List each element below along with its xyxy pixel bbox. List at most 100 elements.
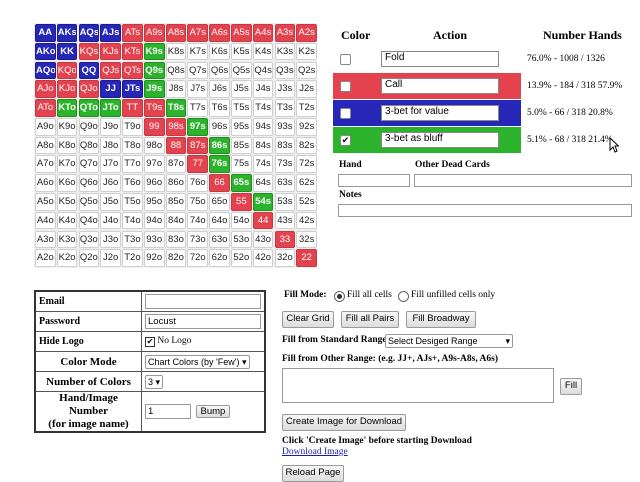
hand-cell[interactable]: 82o	[165, 249, 187, 267]
hand-cell[interactable]: AJs	[100, 24, 121, 42]
hand-cell[interactable]: 66	[209, 174, 230, 192]
hand-cell[interactable]: 43s	[274, 211, 296, 230]
action-input-3bet-value[interactable]: 3-bet for value	[381, 105, 499, 121]
hand-cell[interactable]: J2s	[296, 80, 317, 98]
hand-cell[interactable]: 93o	[143, 230, 165, 249]
hand-cell[interactable]: Q8o	[78, 136, 100, 155]
hand-cell[interactable]: AKs	[56, 24, 78, 42]
hand-cell[interactable]: 87s	[187, 136, 209, 155]
hand-cell[interactable]: A8s	[165, 24, 187, 42]
hand-cell[interactable]: Q5s	[231, 61, 252, 80]
hand-cell[interactable]: T7s	[187, 99, 209, 117]
action-input-3bet-bluff[interactable]: 3-bet as bluff	[381, 132, 499, 148]
hand-cell[interactable]: 77	[187, 155, 209, 174]
hand-cell[interactable]: 62s	[296, 174, 317, 192]
hand-cell[interactable]: JJ	[100, 80, 121, 98]
action-checkbox-fold[interactable]	[340, 54, 351, 65]
hand-cell[interactable]: 92s	[296, 117, 317, 136]
hand-cell[interactable]: 95o	[143, 193, 165, 211]
create-image-button[interactable]: Create Image for Download	[282, 414, 406, 431]
hand-cell[interactable]: A6o	[35, 174, 56, 192]
hand-cell[interactable]: 84s	[252, 136, 274, 155]
hand-cell[interactable]: T4s	[252, 99, 274, 117]
hand-cell[interactable]: Q4o	[78, 211, 100, 230]
hand-cell[interactable]: 92o	[143, 249, 165, 267]
hand-cell[interactable]: 65s	[231, 174, 252, 192]
hand-cell[interactable]: 44	[252, 211, 274, 230]
hand-cell[interactable]: T6o	[122, 174, 143, 192]
hand-cell[interactable]: 83o	[165, 230, 187, 249]
hand-cell[interactable]: A5o	[35, 193, 56, 211]
hand-cell[interactable]: KTs	[122, 42, 143, 61]
hand-cell[interactable]: J2o	[100, 249, 121, 267]
action-checkbox-call[interactable]	[340, 81, 351, 92]
color-mode-select[interactable]: Chart Colors (by 'Few') ▾	[145, 354, 250, 369]
hand-cell[interactable]: A2o	[35, 249, 56, 267]
hand-cell[interactable]: T2s	[296, 99, 317, 117]
hand-cell[interactable]: 87o	[165, 155, 187, 174]
hand-cell[interactable]: 54o	[231, 211, 252, 230]
hand-cell[interactable]: 75o	[187, 193, 209, 211]
hand-cell[interactable]: K9s	[143, 42, 165, 61]
hand-cell[interactable]: K4o	[56, 211, 78, 230]
hand-input[interactable]	[338, 174, 410, 187]
hand-cell[interactable]: 75s	[231, 155, 252, 174]
hand-cell[interactable]: K3s	[274, 42, 296, 61]
download-image-link[interactable]: Download Image	[282, 447, 348, 457]
reload-page-button[interactable]: Reload Page	[282, 465, 344, 482]
hand-image-number-input[interactable]: 1	[145, 404, 191, 419]
hand-cell[interactable]: QJo	[78, 80, 100, 98]
hand-cell[interactable]: T3s	[274, 99, 296, 117]
hand-cell[interactable]: 76s	[209, 155, 230, 174]
hand-cell[interactable]: K5o	[56, 193, 78, 211]
hand-cell[interactable]: 32o	[274, 249, 296, 267]
action-input-fold[interactable]: Fold	[381, 51, 499, 67]
hand-cell[interactable]: T9o	[122, 117, 143, 136]
hand-cell[interactable]: T4o	[122, 211, 143, 230]
standard-ranges-select[interactable]: Select Desiged Range ▾	[385, 334, 513, 348]
fill-unfilled-radio[interactable]	[398, 291, 409, 302]
hand-cell[interactable]: K8s	[165, 42, 187, 61]
hand-cell[interactable]: 72o	[187, 249, 209, 267]
hand-cell[interactable]: 73s	[274, 155, 296, 174]
hand-cell[interactable]: K8o	[56, 136, 78, 155]
hand-cell[interactable]: ATo	[35, 99, 56, 117]
clear-grid-button[interactable]: Clear Grid	[282, 311, 334, 328]
fill-all-cells-radio[interactable]	[334, 291, 345, 302]
hand-cell[interactable]: 42o	[252, 249, 274, 267]
hand-cell[interactable]: AA	[35, 24, 56, 42]
hand-cell[interactable]: 86o	[165, 174, 187, 192]
hand-cell[interactable]: 22	[296, 249, 317, 267]
password-input[interactable]: Locust	[145, 314, 261, 329]
hand-cell[interactable]: K3o	[56, 230, 78, 249]
hand-cell[interactable]: 88	[165, 136, 187, 155]
hand-cell[interactable]: JTs	[122, 80, 143, 98]
hand-cell[interactable]: A7o	[35, 155, 56, 174]
hand-cell[interactable]: 98s	[165, 117, 187, 136]
hand-cell[interactable]: J9s	[143, 80, 165, 98]
hand-cell[interactable]: J5o	[100, 193, 121, 211]
hand-cell[interactable]: 85s	[231, 136, 252, 155]
hand-cell[interactable]: 53s	[274, 193, 296, 211]
hand-cell[interactable]: 76o	[187, 174, 209, 192]
notes-input[interactable]	[338, 204, 632, 217]
hand-cell[interactable]: 73o	[187, 230, 209, 249]
hand-cell[interactable]: T5s	[231, 99, 252, 117]
hand-cell[interactable]: KJo	[56, 80, 78, 98]
hand-cell[interactable]: 98o	[143, 136, 165, 155]
hand-cell[interactable]: K2o	[56, 249, 78, 267]
hand-cell[interactable]: AJo	[35, 80, 56, 98]
hand-cell[interactable]: T9s	[143, 99, 165, 117]
hand-cell[interactable]: J7s	[187, 80, 209, 98]
hand-cell[interactable]: QJs	[100, 61, 121, 80]
hand-cell[interactable]: 94s	[252, 117, 274, 136]
hand-cell[interactable]: A3s	[274, 24, 296, 42]
hand-cell[interactable]: 42s	[296, 211, 317, 230]
hand-cell[interactable]: A8o	[35, 136, 56, 155]
hand-cell[interactable]: QTs	[122, 61, 143, 80]
hand-cell[interactable]: 63o	[209, 230, 230, 249]
hand-cell[interactable]: K4s	[252, 42, 274, 61]
hand-cell[interactable]: 43o	[252, 230, 274, 249]
hand-cell[interactable]: AKo	[35, 42, 56, 61]
hand-cell[interactable]: J6s	[209, 80, 230, 98]
